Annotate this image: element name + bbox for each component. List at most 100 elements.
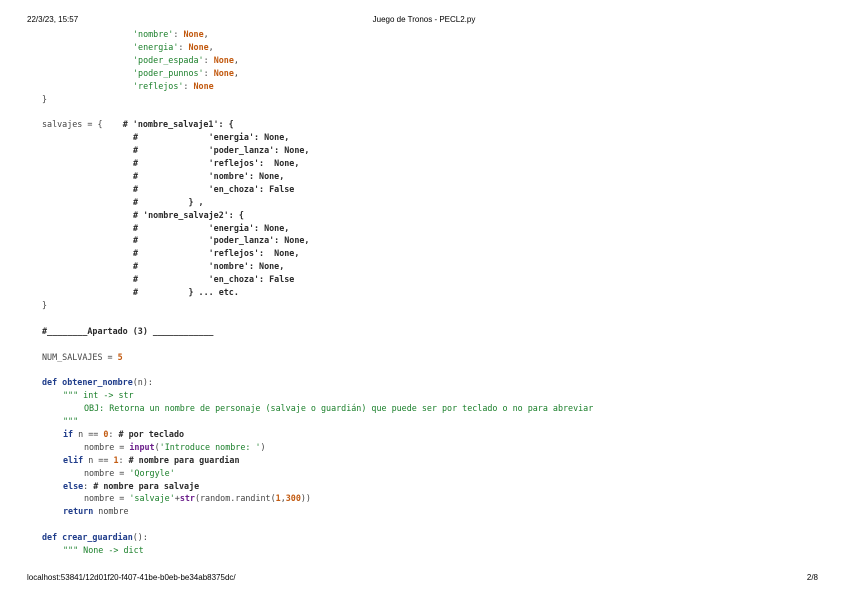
code-token: :	[108, 428, 119, 439]
code-line: else: # nombre para salvaje	[63, 481, 199, 491]
code-line: # } ... etc.	[133, 287, 239, 297]
code-token: :	[178, 41, 189, 52]
code-token: # 'reflejos': None,	[133, 248, 300, 259]
code-line: return nombre	[63, 506, 129, 516]
code-token: # 'energia': None,	[133, 132, 290, 143]
code-line: nombre = 'Qorgyle'	[84, 468, 175, 478]
code-line: if n == 0: # por teclado	[63, 429, 184, 439]
code-token: obtener_nombre	[62, 377, 133, 388]
code-line: OBJ: Retorna un nombre de personaje (sal…	[84, 403, 593, 413]
code-line: # } ,	[133, 197, 204, 207]
page-number: 2/8	[806, 573, 818, 582]
code-token: 300	[285, 493, 301, 504]
code-token: 'salvaje'	[129, 493, 175, 504]
code-line: def obtener_nombre(n):	[42, 377, 153, 387]
code-token: # 'nombre_salvaje1': {	[122, 119, 234, 130]
code-line: 'energia': None,	[133, 42, 214, 52]
code-token: None	[213, 54, 234, 65]
code-token: (n):	[132, 377, 153, 388]
code-token: n ==	[88, 454, 114, 465]
code-token: None	[213, 67, 234, 78]
code-token: )	[260, 441, 266, 452]
code-line: 'poder_espada': None,	[133, 55, 239, 65]
code-token: # } ... etc.	[133, 287, 239, 297]
code-token: # nombre para salvaje	[93, 480, 200, 491]
code-line: salvajes = { # 'nombre_salvaje1': {	[42, 119, 234, 129]
code-token: nombre =	[84, 441, 130, 452]
code-token: None	[193, 80, 214, 91]
code-line: #________Apartado (3) ____________	[42, 326, 213, 336]
code-line: # 'nombre': None,	[133, 171, 284, 181]
code-line: # 'en_choza': False	[133, 184, 294, 194]
code-token: # 'en_choza': False	[133, 274, 295, 285]
code-token: n ==	[78, 428, 104, 439]
code-token: input	[129, 441, 155, 452]
code-token: ,	[203, 29, 209, 39]
code-line: # 'energia': None,	[133, 132, 289, 142]
code-token: 'poder_punnos'	[133, 67, 204, 78]
code-token: def	[42, 377, 63, 388]
code-line: 'nombre': None,	[133, 29, 209, 39]
code-line: def crear_guardian():	[42, 532, 148, 542]
code-token: :	[183, 80, 194, 91]
code-token: if	[63, 428, 79, 439]
code-token: crear_guardian	[62, 532, 133, 543]
page-url: localhost:53841/12d01f20-f407-41be-b0eb-…	[27, 573, 236, 582]
code-token: NUM_SALVAJES =	[42, 351, 118, 362]
code-line: # 'nombre': None,	[133, 261, 284, 271]
code-token: 5	[117, 351, 123, 362]
code-token: None	[188, 41, 209, 52]
code-token: }	[42, 93, 48, 104]
code-token: #________Apartado (3) ____________	[42, 325, 214, 336]
code-token: None	[183, 29, 204, 39]
code-line: """ int -> str	[63, 390, 134, 400]
code-line: NUM_SALVAJES = 5	[42, 352, 123, 362]
code-line: }	[42, 300, 47, 310]
code-token: elif	[63, 454, 89, 465]
code-token: :	[203, 54, 214, 65]
code-line: }	[42, 94, 47, 104]
code-token: # 'nombre': None,	[133, 261, 285, 272]
code-line: nombre = input('Introduce nombre: ')	[84, 442, 266, 452]
code-line: nombre = 'salvaje'+str(random.randint(1,…	[84, 493, 311, 503]
code-token: # 'nombre': None,	[133, 170, 285, 181]
code-line: # 'nombre_salvaje2': {	[133, 210, 244, 220]
code-token: # por teclado	[118, 428, 185, 439]
code-line: 'poder_punnos': None,	[133, 68, 239, 78]
code-token: 'Introduce nombre: '	[159, 441, 261, 452]
code-token: """ None -> dict	[63, 545, 144, 555]
code-token: nombre =	[84, 467, 130, 478]
code-token: str	[179, 493, 195, 504]
code-line: # 'poder_lanza': None,	[133, 145, 309, 155]
code-line: # 'poder_lanza': None,	[133, 235, 309, 245]
code-token: # 'poder_lanza': None,	[133, 235, 310, 246]
code-token: 'energia'	[133, 41, 179, 52]
code-token: 'reflejos'	[133, 80, 184, 91]
document-title: Juego de Tronos - PECL2.py	[372, 15, 476, 24]
code-token: 'poder_espada'	[133, 54, 204, 65]
code-token: # 'nombre_salvaje2': {	[133, 209, 244, 220]
code-token: # } ,	[133, 196, 204, 207]
code-token: # 'reflejos': None,	[133, 158, 300, 168]
code-token: else	[63, 480, 84, 491]
code-line: 'reflejos': None	[133, 81, 214, 91]
code-line: # 'energia': None,	[133, 223, 289, 233]
code-token: :	[118, 454, 129, 465]
code-token: nombre	[98, 506, 129, 517]
code-token: OBJ: Retorna un nombre de personaje (sal…	[84, 403, 594, 414]
code-token: return	[63, 506, 99, 517]
code-token: """ int -> str	[63, 390, 134, 401]
code-line: elif n == 1: # nombre para guardian	[63, 455, 240, 465]
code-token: salvajes = {	[42, 119, 123, 130]
code-token: # 'energia': None,	[133, 222, 290, 233]
code-token: ))	[300, 493, 311, 504]
code-token: """	[63, 416, 79, 426]
code-token: ():	[132, 532, 148, 543]
code-token: ,	[233, 67, 239, 78]
code-line: """	[63, 416, 78, 426]
code-token: # 'en_choza': False	[133, 183, 295, 194]
code-token: # nombre para guardian	[128, 454, 240, 465]
code-token: ,	[208, 41, 214, 52]
code-token: :	[173, 29, 184, 39]
code-line: # 'en_choza': False	[133, 274, 294, 284]
